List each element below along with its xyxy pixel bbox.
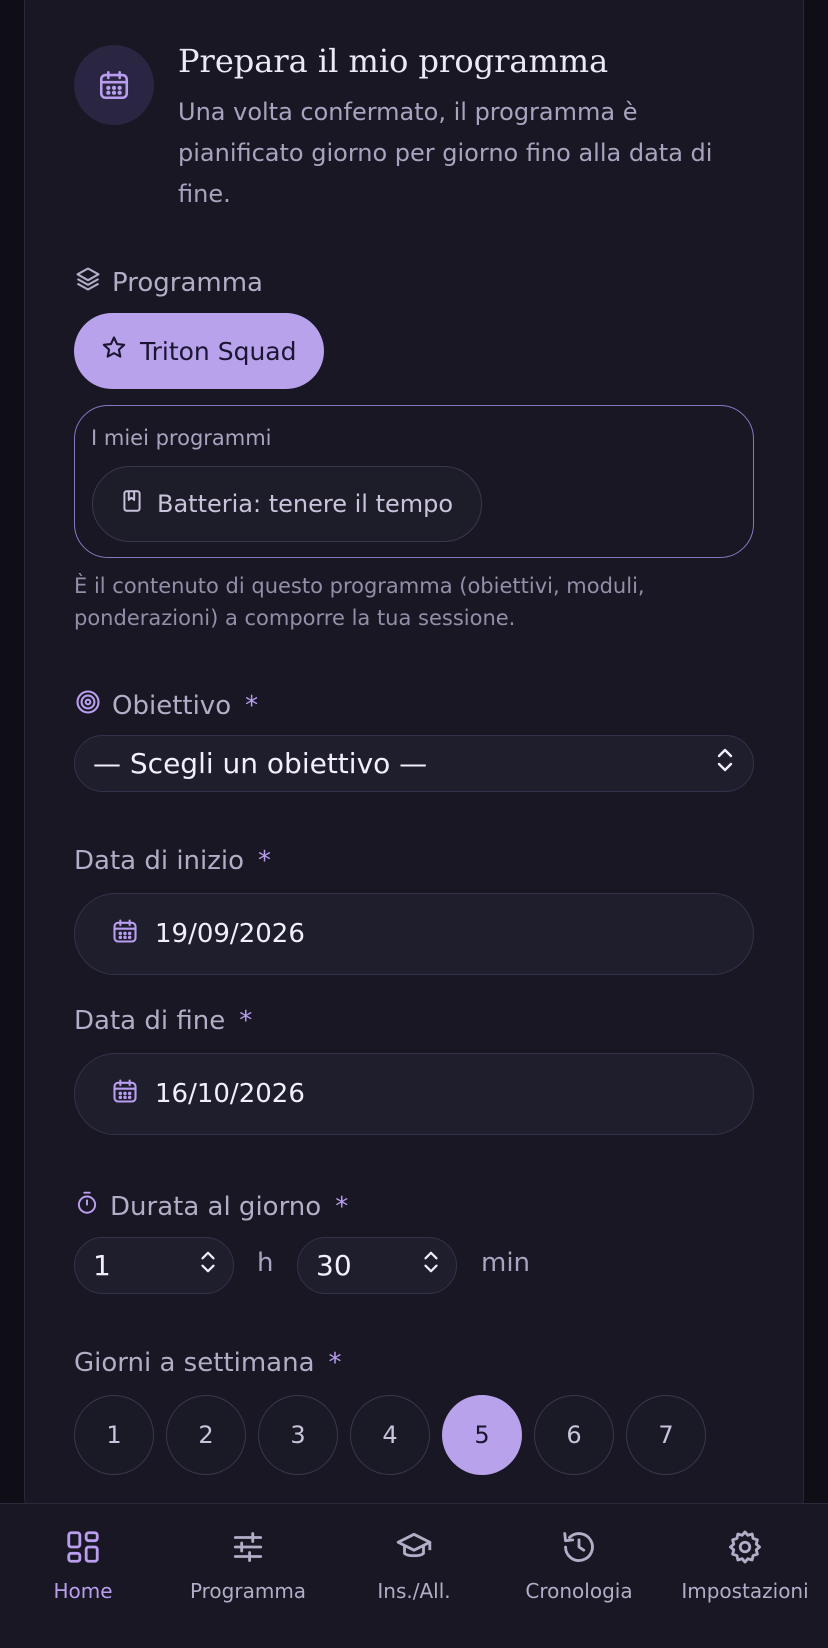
nav-impostazioni[interactable]: Impostazioni	[662, 1528, 828, 1603]
required-mark: *	[239, 1006, 253, 1036]
required-mark: *	[245, 690, 259, 721]
day-option-1[interactable]: 1	[74, 1395, 154, 1475]
objective-select[interactable]: — Scegli un obiettivo —	[74, 735, 754, 792]
required-mark: *	[258, 846, 272, 876]
gear-icon	[726, 1528, 764, 1571]
nav-programma[interactable]: Programma	[165, 1528, 331, 1603]
hours-unit: h	[257, 1248, 274, 1278]
graduation-cap-icon	[395, 1528, 433, 1571]
nav-impostazioni-label: Impostazioni	[681, 1579, 809, 1603]
calendar-icon	[111, 917, 139, 952]
days-per-week-label: Giorni a settimana	[74, 1348, 315, 1378]
start-date-value: 19/09/2026	[155, 919, 305, 949]
day-option-4[interactable]: 4	[350, 1395, 430, 1475]
day-option-3[interactable]: 3	[258, 1395, 338, 1475]
required-mark: *	[335, 1191, 349, 1222]
end-date-label: Data di fine	[74, 1006, 226, 1036]
hours-stepper[interactable]: 1	[74, 1237, 234, 1294]
start-date-input[interactable]: 19/09/2026	[74, 893, 754, 975]
objective-label: Obiettivo	[112, 690, 232, 721]
page-subtitle: Una volta confermato, il programma è pia…	[178, 98, 713, 208]
hours-value: 1	[93, 1249, 111, 1282]
minutes-stepper[interactable]: 30	[297, 1237, 457, 1294]
program-chip-active-label: Triton Squad	[140, 336, 297, 366]
calendar-icon	[74, 45, 154, 125]
program-chip-active[interactable]: Triton Squad	[74, 313, 324, 389]
end-date-value: 16/10/2026	[155, 1079, 305, 1109]
start-date-label: Data di inizio	[74, 846, 245, 876]
grid-icon	[64, 1528, 102, 1571]
nav-cronologia-label: Cronologia	[525, 1579, 633, 1603]
calendar-icon	[111, 1077, 139, 1112]
duration-section-label: Durata al giorno *	[74, 1190, 348, 1223]
objective-select-value: — Scegli un obiettivo —	[93, 747, 428, 780]
duration-label: Durata al giorno	[110, 1191, 322, 1222]
chevron-up-down-icon	[713, 746, 737, 781]
nav-home-label: Home	[53, 1579, 113, 1603]
chevron-up-down-icon	[420, 1249, 442, 1282]
star-icon	[100, 334, 128, 368]
bottom-nav: Home Programma Ins./All. Cronologia Impo…	[0, 1503, 828, 1648]
required-mark: *	[328, 1348, 342, 1378]
page-title: Prepara il mio programma	[178, 42, 609, 80]
nav-ins-all-label: Ins./All.	[377, 1579, 451, 1603]
day-option-5[interactable]: 5	[442, 1395, 522, 1475]
target-icon	[74, 688, 102, 723]
start-date-section-label: Data di inizio *	[74, 846, 271, 876]
program-label: Programma	[112, 267, 263, 298]
chevron-up-down-icon	[197, 1249, 219, 1282]
end-date-section-label: Data di fine *	[74, 1006, 252, 1036]
day-option-2[interactable]: 2	[166, 1395, 246, 1475]
program-section-label: Programma	[74, 265, 263, 300]
program-help-text: È il contenuto di questo programma (obie…	[74, 574, 645, 630]
my-programs-label: I miei programmi	[91, 426, 272, 450]
nav-programma-label: Programma	[189, 1579, 307, 1603]
my-programs-group: I miei programmi Batteria: tenere il tem…	[74, 405, 754, 558]
nav-ins-all[interactable]: Ins./All.	[331, 1528, 497, 1603]
minutes-value: 30	[316, 1249, 352, 1282]
day-option-7[interactable]: 7	[626, 1395, 706, 1475]
bookmark-book-icon	[119, 488, 145, 520]
sliders-icon	[229, 1528, 267, 1571]
nav-cronologia[interactable]: Cronologia	[496, 1528, 662, 1603]
my-program-chip-label: Batteria: tenere il tempo	[157, 490, 454, 518]
history-icon	[560, 1528, 598, 1571]
day-option-6[interactable]: 6	[534, 1395, 614, 1475]
nav-home[interactable]: Home	[0, 1528, 166, 1603]
layers-icon	[74, 265, 102, 300]
minutes-unit: min	[481, 1248, 531, 1278]
stopwatch-icon	[74, 1190, 100, 1223]
my-program-chip[interactable]: Batteria: tenere il tempo	[92, 466, 482, 542]
objective-section-label: Obiettivo *	[74, 688, 258, 723]
days-per-week-section-label: Giorni a settimana *	[74, 1348, 342, 1378]
end-date-input[interactable]: 16/10/2026	[74, 1053, 754, 1135]
